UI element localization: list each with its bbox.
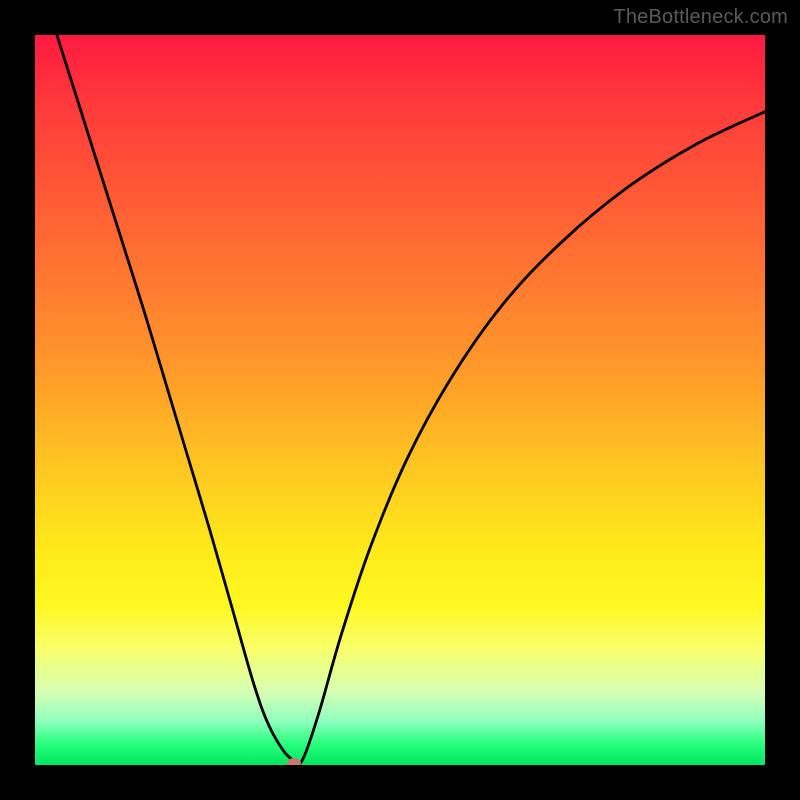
chart-frame: TheBottleneck.com (0, 0, 800, 800)
curve-path (57, 35, 765, 765)
plot-area (35, 35, 765, 765)
bottleneck-curve (35, 35, 765, 765)
watermark-text: TheBottleneck.com (613, 6, 788, 29)
optimum-marker (287, 758, 301, 765)
